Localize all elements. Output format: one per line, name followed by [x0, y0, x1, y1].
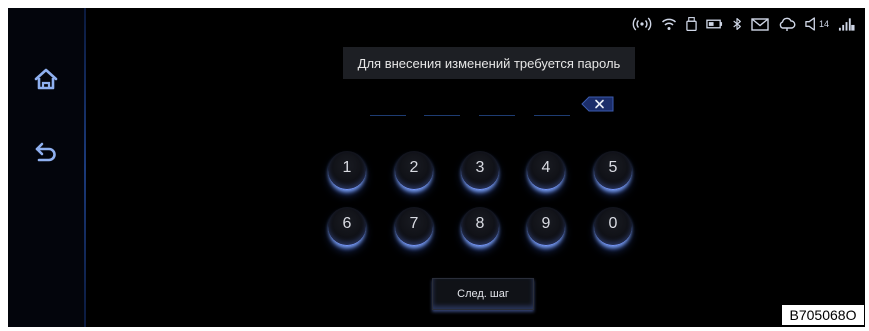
keypad-key[interactable]: 6: [328, 207, 366, 246]
next-step-button[interactable]: След. шаг: [432, 278, 534, 310]
mail-icon: [751, 18, 769, 31]
password-slot: [370, 115, 406, 116]
volume-level: 14: [818, 19, 829, 29]
back-button[interactable]: [28, 134, 64, 170]
image-code-label: B705068O: [781, 304, 865, 326]
keypad-key[interactable]: 5: [594, 151, 632, 190]
keypad-key[interactable]: 2: [395, 151, 433, 190]
keypad-key[interactable]: 3: [461, 151, 499, 190]
head-unit-screen: 14 Для внесения изменений требуется паро…: [8, 8, 865, 327]
hotspot-icon: [632, 17, 652, 31]
keypad-key[interactable]: 1: [328, 151, 366, 190]
keypad-key[interactable]: 4: [527, 151, 565, 190]
volume-indicator: 14: [805, 16, 829, 32]
password-prompt: Для внесения изменений требуется пароль: [343, 47, 635, 79]
bluetooth-icon: [733, 18, 741, 30]
password-slot: [534, 115, 570, 116]
usb-icon: [686, 17, 697, 32]
home-icon: [34, 68, 58, 90]
keypad-key[interactable]: 9: [527, 207, 565, 246]
password-slot: [424, 115, 460, 116]
wifi-icon: [661, 18, 676, 30]
signal-icon: [838, 18, 855, 31]
clear-icon: [581, 96, 614, 112]
back-icon: [35, 142, 56, 162]
clear-button[interactable]: [581, 96, 614, 112]
status-bar: 14: [632, 14, 855, 34]
password-slot: [479, 115, 515, 116]
volume-icon: [805, 17, 815, 31]
sidebar: [8, 8, 85, 327]
keypad-key[interactable]: 8: [461, 207, 499, 246]
home-button[interactable]: [28, 61, 64, 97]
battery-icon: [706, 19, 723, 29]
cloud-icon: [779, 17, 796, 31]
keypad-key[interactable]: 0: [594, 207, 632, 246]
keypad-key[interactable]: 7: [395, 207, 433, 246]
sidebar-divider: [84, 8, 86, 327]
